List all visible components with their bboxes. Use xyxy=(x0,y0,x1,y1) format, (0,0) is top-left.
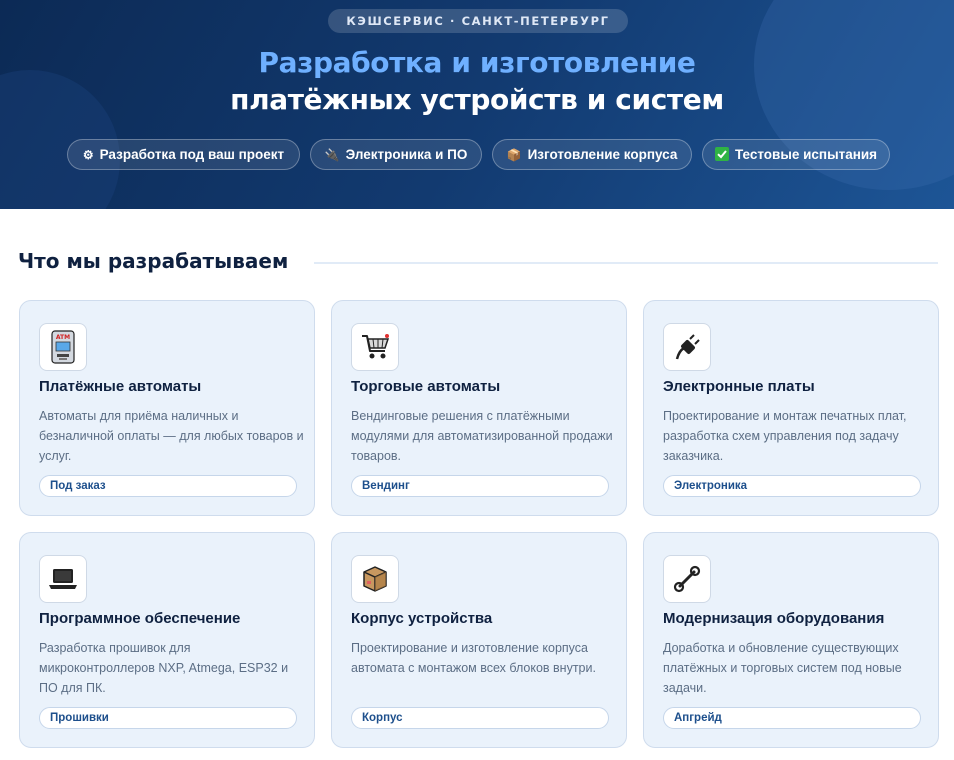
package-box-icon xyxy=(351,555,399,603)
checkmark-icon xyxy=(714,146,729,163)
svg-text:ATM: ATM xyxy=(56,334,70,341)
card-title: Торговые автоматы xyxy=(351,378,501,395)
feature-chip-custom-development[interactable]: ⚙ Разработка под ваш проект xyxy=(67,139,300,170)
card-tag[interactable]: Прошивки xyxy=(39,707,297,729)
hero-title-accent: Разработка и изготовление xyxy=(258,46,696,79)
hero-banner: КЭШСЕРВИС · САНКТ-ПЕТЕРБУРГ Разработка и… xyxy=(0,0,954,209)
atm-icon: ATM xyxy=(39,323,87,371)
card-title: Электронные платы xyxy=(663,378,815,395)
chip-label: Электроника и ПО xyxy=(345,147,468,162)
card-tag[interactable]: Вендинг xyxy=(351,475,609,497)
wrench-icon xyxy=(663,555,711,603)
company-badge: КЭШСЕРВИС · САНКТ-ПЕТЕРБУРГ xyxy=(328,9,628,33)
chip-label: Тестовые испытания xyxy=(734,147,878,162)
service-card-payment-terminals[interactable]: ATM Платёжные автоматы Автоматы для приё… xyxy=(19,300,315,516)
box-icon: 📦 xyxy=(506,147,522,162)
card-tag[interactable]: Корпус xyxy=(351,707,609,729)
card-title: Программное обеспечение xyxy=(39,610,241,627)
card-description: Доработка и обновление существующих плат… xyxy=(663,641,902,695)
service-card-circuit-boards[interactable]: Электронные платы Проектирование и монта… xyxy=(643,300,939,516)
feature-chip-enclosure[interactable]: 📦 Изготовление корпуса xyxy=(492,139,692,170)
card-tag[interactable]: Апгрейд xyxy=(663,707,921,729)
card-description: Автоматы для приёма наличных и безналичн… xyxy=(39,409,304,463)
laptop-icon xyxy=(39,555,87,603)
card-title: Корпус устройства xyxy=(351,610,493,627)
card-tag[interactable]: Под заказ xyxy=(39,475,297,497)
card-description: Проектирование и изготовление корпуса ав… xyxy=(351,641,596,675)
shopping-cart-icon xyxy=(351,323,399,371)
chip-label: Изготовление корпуса xyxy=(527,147,678,162)
card-title: Платёжные автоматы xyxy=(39,378,202,395)
plug-icon: 🔌 xyxy=(324,147,340,162)
service-card-software[interactable]: Программное обеспечение Разработка проши… xyxy=(19,532,315,748)
card-title: Модернизация оборудования xyxy=(663,610,885,627)
feature-chip-electronics[interactable]: 🔌 Электроника и ПО xyxy=(310,139,482,170)
card-tag[interactable]: Электроника xyxy=(663,475,921,497)
section-divider xyxy=(314,262,938,264)
service-card-vending-machines[interactable]: Торговые автоматы Вендинговые решения с … xyxy=(331,300,627,516)
plug-icon xyxy=(663,323,711,371)
hero-title: платёжных устройств и систем xyxy=(230,83,724,116)
gear-icon: ⚙ xyxy=(82,147,94,162)
section-title: Что мы разрабатываем xyxy=(18,249,289,273)
card-description: Разработка прошивок для микроконтроллеро… xyxy=(39,641,289,695)
service-card-upgrade[interactable]: Модернизация оборудования Доработка и об… xyxy=(643,532,939,748)
chip-label: Разработка под ваш проект xyxy=(99,147,285,162)
card-description: Вендинговые решения с платёжными модулям… xyxy=(351,409,613,463)
card-description: Проектирование и монтаж печатных плат, р… xyxy=(663,409,907,463)
service-card-enclosure[interactable]: Корпус устройства Проектирование и изгот… xyxy=(331,532,627,748)
feature-chip-testing[interactable]: Тестовые испытания xyxy=(702,139,890,170)
